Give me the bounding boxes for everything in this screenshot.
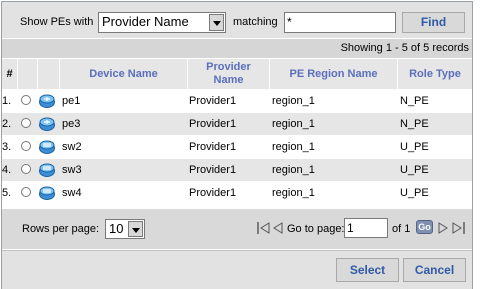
last-page-icon[interactable] [451,222,465,234]
rows-per-page-value: 10 [109,221,124,236]
pe-selection-panel: Show PEs with Provider Name matching * F… [1,1,473,289]
region-name: region_1 [272,141,315,153]
table-row[interactable]: 1. pe1 Provider1 region_1 N_PE [2,90,472,112]
table-row[interactable]: 2. pe3 Provider1 region_1 N_PE [2,113,472,135]
header-radio [18,59,38,89]
row-index: 4. [2,164,12,176]
region-name: region_1 [272,187,315,199]
region-name: region_1 [272,95,315,107]
provider-name: Provider1 [189,164,237,176]
records-summary: Showing 1 - 5 of 5 records [340,42,469,54]
role-type: U_PE [400,164,429,176]
device-name: pe3 [62,118,81,130]
row-index: 5. [2,187,12,199]
router-icon [39,117,55,131]
pagination-bar: Rows per page: 10 Go to page: 1 of 1 Go [2,209,472,249]
row-index: 1. [2,95,12,107]
role-type: N_PE [400,95,429,107]
header-region-name[interactable]: PE Region Name [270,59,398,89]
header-index: # [2,59,18,89]
device-name: sw4 [62,187,82,199]
header-provider-name-text: Provider Name [206,61,251,86]
goto-page-label: Go to page: [287,223,345,235]
page-number-input[interactable]: 1 [344,218,388,238]
records-summary-bar: Showing 1 - 5 of 5 records [2,39,472,58]
row-index: 3. [2,141,12,153]
cancel-button[interactable]: Cancel [403,258,466,282]
select-button[interactable]: Select [336,258,399,282]
header-role-type[interactable]: Role Type [398,59,472,89]
table-row[interactable]: 4. sw3 Provider1 region_1 U_PE [2,159,472,181]
region-name: region_1 [272,118,315,130]
page-count-label: of 1 [392,223,411,235]
row-index: 2. [2,118,12,130]
header-device-name[interactable]: Device Name [60,59,188,89]
provider-name: Provider1 [189,95,237,107]
device-name: pe1 [62,95,81,107]
device-name: sw2 [62,141,82,153]
row-radio[interactable] [21,95,31,105]
first-page-icon[interactable] [257,222,271,234]
router-icon [39,94,55,108]
row-radio[interactable] [21,141,31,151]
provider-name: Provider1 [189,118,237,130]
next-page-icon[interactable] [438,222,448,234]
table-row[interactable]: 5. sw4 Provider1 region_1 U_PE [2,182,472,204]
match-input[interactable]: * [284,12,396,33]
header-icon [38,59,60,89]
region-name: region_1 [272,164,315,176]
show-pes-label: Show PEs with [20,16,94,28]
previous-page-icon[interactable] [273,222,283,234]
search-bar: Show PEs with Provider Name matching * F… [2,2,472,38]
switch-icon [39,140,55,154]
table-header: # Device Name Provider Name PE Region Na… [2,59,472,89]
chevron-down-icon[interactable] [209,14,224,31]
filter-field-select[interactable]: Provider Name [98,12,226,33]
role-type: U_PE [400,141,429,153]
switch-icon [39,186,55,200]
chevron-down-icon[interactable] [128,221,143,237]
role-type: N_PE [400,118,429,130]
header-provider-name[interactable]: Provider Name [188,59,270,89]
filter-field-value: Provider Name [102,14,189,29]
row-radio[interactable] [21,164,31,174]
action-bar: Select Cancel [2,250,472,289]
matching-label: matching [233,16,278,28]
rows-per-page-select[interactable]: 10 [105,219,145,239]
device-name: sw3 [62,164,82,176]
go-button[interactable]: Go [416,220,433,234]
row-radio[interactable] [21,118,31,128]
role-type: U_PE [400,187,429,199]
provider-name: Provider1 [189,187,237,199]
switch-icon [39,163,55,177]
table-row[interactable]: 3. sw2 Provider1 region_1 U_PE [2,136,472,158]
provider-name: Provider1 [189,141,237,153]
row-radio[interactable] [21,187,31,197]
rows-per-page-label: Rows per page: [22,223,100,235]
find-button[interactable]: Find [402,12,465,33]
